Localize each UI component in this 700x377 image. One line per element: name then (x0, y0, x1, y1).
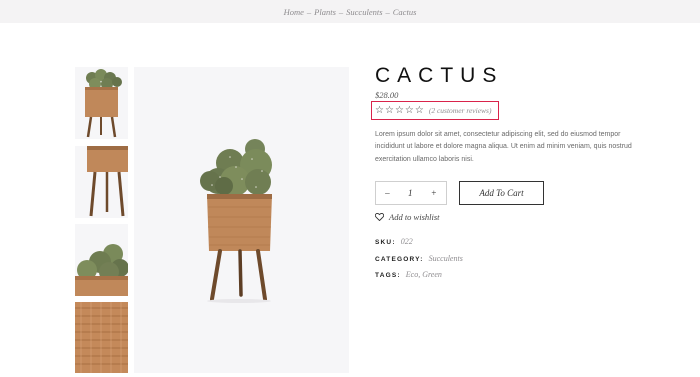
product-rating: ☆ ☆ ☆ ☆ ☆ (2 customer reviews) (371, 101, 499, 120)
tags-row: TAGS: Eco, Green (375, 270, 442, 279)
category-link[interactable]: Succulents (429, 254, 463, 263)
thumbnail-4[interactable] (75, 302, 128, 373)
star-empty-icon: ☆ (375, 104, 384, 116)
cactus-closeup-thumbnail-image (75, 224, 128, 296)
sku-label: SKU: (375, 239, 396, 246)
tags-label: TAGS: (375, 272, 401, 279)
star-empty-icon: ☆ (404, 104, 414, 116)
category-label: CATEGORY: (375, 256, 424, 263)
main-product-image[interactable] (134, 67, 349, 373)
pot-legs-thumbnail-image (75, 146, 128, 218)
quantity-stepper: – 1 + (375, 181, 447, 205)
quantity-increase-button[interactable]: + (431, 188, 437, 198)
breadcrumb-separator: – (338, 6, 344, 17)
sku-value: 022 (400, 237, 413, 246)
breadcrumb: Home – Plants – Succulents – Cactus (0, 0, 700, 23)
product-price: $28.00 (375, 90, 399, 100)
product-description: Lorem ipsum dolor sit amet, consectetur … (375, 131, 632, 163)
breadcrumb-succulents[interactable]: Succulents (346, 7, 382, 17)
breadcrumb-separator: – (306, 6, 312, 17)
basket-texture-thumbnail-image (75, 302, 128, 373)
product-title: CACTUS (375, 64, 504, 87)
star-empty-icon: ☆ (414, 104, 424, 116)
breadcrumb-current: Cactus (392, 6, 417, 17)
category-row: CATEGORY: Succulents (375, 254, 463, 263)
thumbnail-2[interactable] (75, 146, 128, 218)
wishlist-label: Add to wishlist (389, 212, 440, 222)
customer-reviews-link[interactable]: (2 customer reviews) (429, 106, 492, 115)
quantity-value[interactable]: 1 (408, 188, 413, 198)
star-empty-icon: ☆ (384, 104, 394, 116)
thumbnail-1[interactable] (75, 67, 128, 139)
cactus-in-basket-pot-image (134, 67, 349, 373)
add-to-cart-button[interactable]: Add To Cart (459, 181, 544, 205)
star-empty-icon: ☆ (394, 104, 404, 116)
breadcrumb-home[interactable]: Home (284, 7, 304, 17)
star-rating: ☆ ☆ ☆ ☆ ☆ (375, 104, 424, 116)
breadcrumb-separator: – (385, 6, 390, 17)
thumbnail-3[interactable] (75, 224, 128, 296)
heart-icon (375, 213, 384, 221)
breadcrumb-plants[interactable]: Plants (314, 7, 336, 17)
sku-row: SKU: 022 (375, 237, 413, 246)
add-to-wishlist-link[interactable]: Add to wishlist (375, 212, 440, 222)
quantity-decrease-button[interactable]: – (385, 188, 390, 198)
cactus-pot-thumbnail-image (75, 67, 128, 139)
tags-links[interactable]: Eco, Green (406, 270, 442, 279)
